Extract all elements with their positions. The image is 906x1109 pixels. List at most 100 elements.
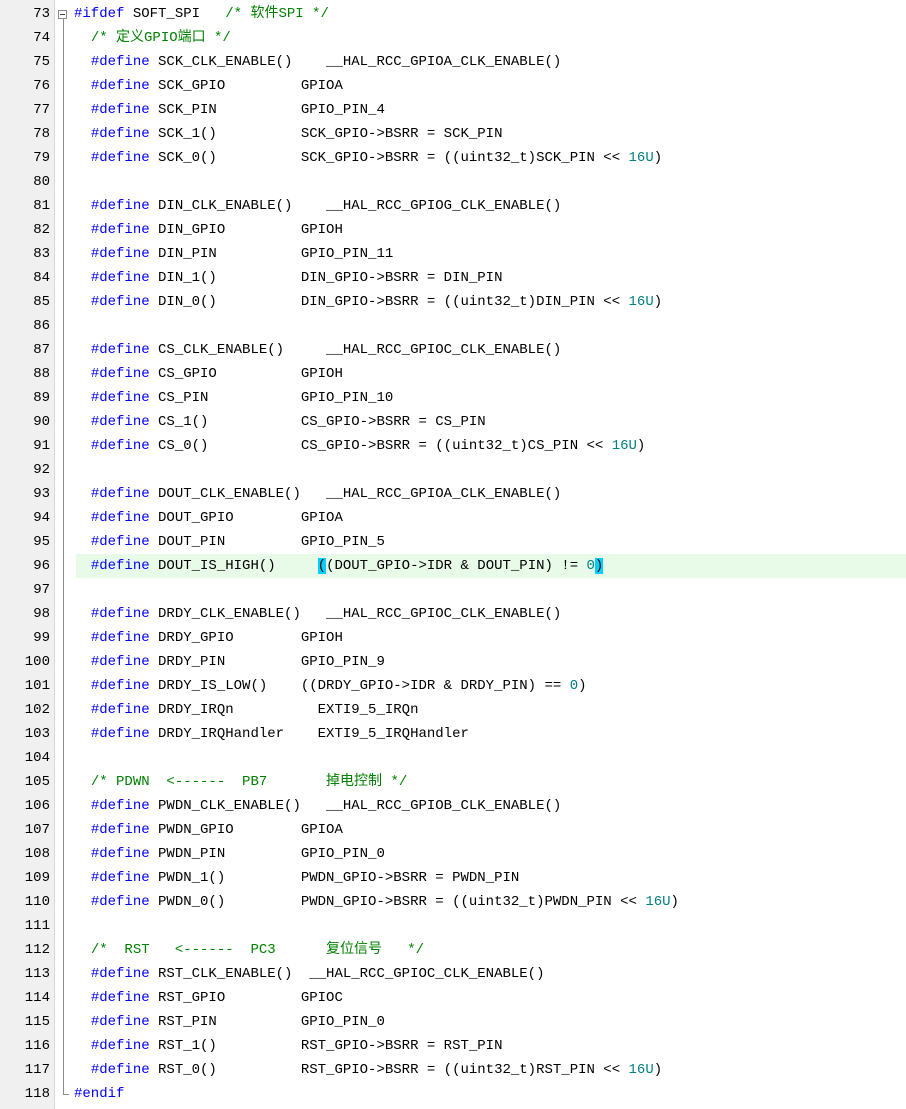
code-line[interactable]: 110 #define PWDN_0() PWDN_GPIO->BSRR = (… [0, 890, 906, 914]
code-line[interactable]: 84 #define DIN_1() DIN_GPIO->BSRR = DIN_… [0, 266, 906, 290]
code-line[interactable]: 115 #define RST_PIN GPIO_PIN_0 [0, 1010, 906, 1034]
code-line[interactable]: 117 #define RST_0() RST_GPIO->BSRR = ((u… [0, 1058, 906, 1082]
code-text: #define DIN_GPIO GPIOH [74, 218, 343, 242]
code-line[interactable]: 79 #define SCK_0() SCK_GPIO->BSRR = ((ui… [0, 146, 906, 170]
code-line[interactable]: 112 /* RST <------ PC3 复位信号 */ [0, 938, 906, 962]
code-token: #define [90, 102, 150, 118]
code-text: #define DOUT_CLK_ENABLE() __HAL_RCC_GPIO… [74, 482, 561, 506]
code-text: #define DRDY_CLK_ENABLE() __HAL_RCC_GPIO… [74, 602, 561, 626]
line-number: 87 [33, 342, 50, 358]
code-line[interactable]: 107 #define PWDN_GPIO GPIOA [0, 818, 906, 842]
code-token: #define [90, 846, 150, 862]
code-token: #define [90, 486, 150, 502]
code-line[interactable]: 78 #define SCK_1() SCK_GPIO->BSRR = SCK_… [0, 122, 906, 146]
line-number: 102 [24, 702, 50, 718]
code-token: #define [90, 78, 150, 94]
code-token: #define [90, 606, 150, 622]
code-token: PWDN_0() PWDN_GPIO->BSRR = ((uint32_t)PW… [149, 894, 646, 910]
code-line[interactable]: 87 #define CS_CLK_ENABLE() __HAL_RCC_GPI… [0, 338, 906, 362]
code-token: #ifdef [74, 6, 125, 22]
code-token: #define [90, 270, 150, 286]
code-text: #define CS_0() CS_GPIO->BSRR = ((uint32_… [74, 434, 646, 458]
code-line[interactable]: 100 #define DRDY_PIN GPIO_PIN_9 [0, 650, 906, 674]
code-line[interactable]: 85 #define DIN_0() DIN_GPIO->BSRR = ((ui… [0, 290, 906, 314]
code-line[interactable]: 92 [0, 458, 906, 482]
code-line[interactable]: 109 #define PWDN_1() PWDN_GPIO->BSRR = P… [0, 866, 906, 890]
code-line[interactable]: 82 #define DIN_GPIO GPIOH [0, 218, 906, 242]
code-line[interactable]: 111 [0, 914, 906, 938]
code-text: #define SCK_0() SCK_GPIO->BSRR = ((uint3… [74, 146, 662, 170]
code-line[interactable]: 116 #define RST_1() RST_GPIO->BSRR = RST… [0, 1034, 906, 1058]
code-line[interactable]: 97 [0, 578, 906, 602]
code-token: ) [594, 558, 604, 574]
code-token: #define [90, 1038, 150, 1054]
code-token: SCK_GPIO GPIOA [149, 78, 343, 94]
code-line[interactable]: 105 /* PDWN <------ PB7 掉电控制 */ [0, 770, 906, 794]
code-token: #define [90, 654, 150, 670]
code-line[interactable]: 81 #define DIN_CLK_ENABLE() __HAL_RCC_GP… [0, 194, 906, 218]
code-token: #define [90, 1014, 150, 1030]
code-line[interactable]: 104 [0, 746, 906, 770]
code-line[interactable]: 83 #define DIN_PIN GPIO_PIN_11 [0, 242, 906, 266]
code-line[interactable]: 114 #define RST_GPIO GPIOC [0, 986, 906, 1010]
code-line[interactable]: 74 /* 定义GPIO端口 */ [0, 26, 906, 50]
code-line[interactable]: 86 [0, 314, 906, 338]
line-number: 106 [24, 798, 50, 814]
code-line[interactable]: 77 #define SCK_PIN GPIO_PIN_4 [0, 98, 906, 122]
code-token: DIN_CLK_ENABLE() __HAL_RCC_GPIOG_CLK_ENA… [149, 198, 562, 214]
code-text: #define DOUT_PIN GPIO_PIN_5 [74, 530, 385, 554]
code-text: #define RST_GPIO GPIOC [74, 986, 343, 1010]
code-token: #define [90, 246, 150, 262]
code-token: PWDN_GPIO GPIOA [149, 822, 343, 838]
code-token: SOFT_SPI [124, 6, 226, 22]
code-line[interactable]: 118 #endif [0, 1082, 906, 1106]
code-line[interactable]: 93 #define DOUT_CLK_ENABLE() __HAL_RCC_G… [0, 482, 906, 506]
code-token: #define [90, 630, 150, 646]
code-line[interactable]: 75 #define SCK_CLK_ENABLE() __HAL_RCC_GP… [0, 50, 906, 74]
line-number: 100 [24, 654, 50, 670]
code-text: #endif [74, 1082, 124, 1106]
code-token: #define [90, 822, 150, 838]
code-line[interactable]: 89 #define CS_PIN GPIO_PIN_10 [0, 386, 906, 410]
line-number: 108 [24, 846, 50, 862]
code-line-current[interactable]: 96 #define DOUT_IS_HIGH() ((DOUT_GPIO->I… [0, 554, 906, 578]
code-line[interactable]: 99 #define DRDY_GPIO GPIOH [0, 626, 906, 650]
code-token: ) [636, 438, 646, 454]
code-line[interactable]: 106 #define PWDN_CLK_ENABLE() __HAL_RCC_… [0, 794, 906, 818]
code-token: #endif [74, 1086, 125, 1102]
code-token: DRDY_IRQn EXTI9_5_IRQn [149, 702, 419, 718]
code-line[interactable]: 73 #ifdef SOFT_SPI /* 软件SPI */ [0, 2, 906, 26]
code-line[interactable]: 90 #define CS_1() CS_GPIO->BSRR = CS_PIN [0, 410, 906, 434]
code-text: #define CS_CLK_ENABLE() __HAL_RCC_GPIOC_… [74, 338, 561, 362]
code-line[interactable]: 102 #define DRDY_IRQn EXTI9_5_IRQn [0, 698, 906, 722]
code-text: #define DRDY_GPIO GPIOH [74, 626, 343, 650]
code-line[interactable]: 101 #define DRDY_IS_LOW() ((DRDY_GPIO->I… [0, 674, 906, 698]
code-token: #define [90, 678, 150, 694]
code-line[interactable]: 91 #define CS_0() CS_GPIO->BSRR = ((uint… [0, 434, 906, 458]
code-line[interactable]: 94 #define DOUT_GPIO GPIOA [0, 506, 906, 530]
code-line[interactable]: 95 #define DOUT_PIN GPIO_PIN_5 [0, 530, 906, 554]
code-line[interactable]: 108 #define PWDN_PIN GPIO_PIN_0 [0, 842, 906, 866]
code-line[interactable]: 80 [0, 170, 906, 194]
code-line[interactable]: 88 #define CS_GPIO GPIOH [0, 362, 906, 386]
code-line[interactable]: 98 #define DRDY_CLK_ENABLE() __HAL_RCC_G… [0, 602, 906, 626]
line-number: 111 [24, 918, 50, 934]
code-token: DIN_GPIO GPIOH [149, 222, 343, 238]
code-line[interactable]: 76 #define SCK_GPIO GPIOA [0, 74, 906, 98]
code-token: PWDN_1() PWDN_GPIO->BSRR = PWDN_PIN [149, 870, 520, 886]
code-text: #define PWDN_GPIO GPIOA [74, 818, 343, 842]
line-number: 89 [33, 390, 50, 406]
code-line[interactable]: 113 #define RST_CLK_ENABLE() __HAL_RCC_G… [0, 962, 906, 986]
line-number: 81 [33, 198, 50, 214]
code-line[interactable]: 103 #define DRDY_IRQHandler EXTI9_5_IRQH… [0, 722, 906, 746]
code-editor[interactable]: 73 #ifdef SOFT_SPI /* 软件SPI */74 /* 定义GPI… [0, 0, 906, 1109]
